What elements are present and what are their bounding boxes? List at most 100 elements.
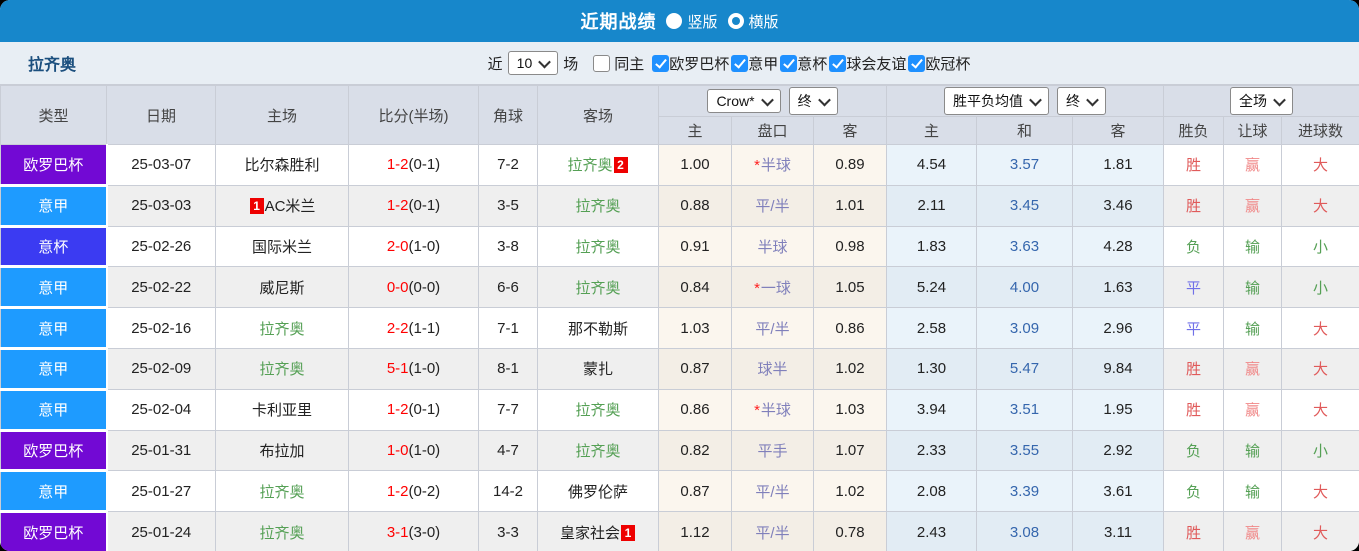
halftime-score: (0-1) [408,156,441,174]
team-label: 拉齐奥 [575,238,621,256]
handicap-text: 平/半 [755,198,790,216]
avg-period-select[interactable]: 终 [1057,87,1106,115]
competition-checkbox[interactable] [829,54,847,72]
crow-away-odds: 0.86 [813,307,887,349]
handicap-result-cell: 赢 [1223,184,1282,227]
avg-odds-select-value: 胜平负均值 [953,93,1023,109]
crow-home-odds: 0.91 [658,225,732,268]
handicap-cell: 平/半 [731,307,814,349]
competition-type-cell: 意甲 [0,470,108,514]
handicap-text: 半球 [760,157,791,175]
col-header-date: 日期 [106,85,216,145]
subcol-handicap: 盘口 [731,116,814,145]
table-row: 意甲 25-02-16 拉齐奥 2-2(1-1) 7-1 那不勒斯 1.03 平/半 0.86 2… [0,307,1359,350]
home-team-cell: 比尔森胜利 [215,144,349,186]
crow-home-odds: 1.12 [658,511,732,551]
home-team-cell: 拉齐奥 [215,470,349,513]
table-row: 意甲 25-01-27 拉齐奥 1-2(0-2) 14-2 佛罗伦萨 0.87 平/半 1.02… [0,470,1359,514]
avg-draw-odds: 3.63 [976,225,1073,268]
results-body: 欧罗巴杯 25-03-07 比尔森胜利 1-2(0-1) 7-2 拉齐奥 2 1.00 *半球 0… [0,144,1359,551]
competition-checkbox[interactable] [731,54,749,72]
fulltime-score: 2-0 [386,237,409,255]
competition-label: 欧罗巴杯 [669,55,730,73]
col-header-score: 比分(半场) [348,85,479,145]
crow-home-odds: 0.87 [658,347,732,390]
avg-period-value: 终 [1066,93,1080,109]
handicap-cell: *半球 [731,144,814,186]
competition-type-cell: 意杯 [0,225,108,269]
handicap-cell: 平/半 [731,184,814,227]
table-row: 意甲 25-03-03 1 AC米兰 1-2(0-1) 3-5 拉齐奥 0.88 平/半 1.01… [0,184,1359,228]
handicap-cell: 半球 [731,225,814,268]
goals-result-cell: 大 [1281,347,1359,390]
avg-away-odds: 1.63 [1072,266,1164,309]
home-team-cell: 拉齐奥 [215,511,349,551]
crow-away-odds: 1.02 [813,470,887,513]
team-label: 拉齐奥 [575,279,621,297]
outcome-cell: 负 [1163,470,1224,513]
fulltime-score: 1-0 [386,441,409,459]
subcol-outcome: 胜负 [1163,116,1224,145]
crow-home-odds: 1.00 [658,144,732,186]
competition-type-cell: 意甲 [0,266,108,310]
chevron-down-icon [817,93,831,106]
chevron-down-icon [760,93,774,106]
avg-draw-odds: 3.39 [976,470,1073,513]
col-header-type: 类型 [0,85,107,145]
layout-radio-vertical[interactable] [666,13,683,29]
layout-radio-vertical-label[interactable]: 竖版 [687,11,717,32]
score-cell: 1-0(1-0) [348,429,479,472]
crow-home-odds: 1.03 [658,307,732,349]
competition-checkbox[interactable] [652,54,670,72]
halftime-score: (0-0) [408,278,441,296]
fulltime-score: 1-2 [386,482,409,500]
fulltime-score: 3-1 [386,523,409,541]
chevron-down-icon [538,55,552,68]
games-label: 场 [563,55,579,73]
away-team-cell: 佛罗伦萨 [537,470,659,513]
scope-select[interactable]: 全场 [1230,87,1293,115]
avg-away-odds: 3.61 [1072,470,1164,513]
competition-checkbox[interactable] [780,54,798,72]
team-label: 拉齐奥 [259,361,305,379]
handicap-result-cell: 输 [1223,470,1282,513]
outcome-cell: 胜 [1163,511,1224,551]
competition-checkbox[interactable] [908,54,926,72]
handicap-cell: 球半 [731,347,814,390]
avg-away-odds: 1.95 [1072,388,1164,431]
avg-away-odds: 2.92 [1072,429,1164,472]
score-cell: 1-2(0-1) [348,388,479,431]
halftime-score: (1-0) [408,360,441,378]
avg-draw-odds: 4.00 [976,266,1073,309]
goals-result-cell: 小 [1281,266,1359,309]
bookmaker-select[interactable]: Crow* [707,89,781,113]
score-cell: 5-1(1-0) [348,347,479,390]
team-label: 拉齐奥 [259,483,305,501]
chevron-down-icon [1273,93,1286,106]
team-name: 拉齐奥 [28,57,77,74]
corner-cell: 3-8 [478,225,538,268]
fulltime-score: 1-2 [386,197,409,215]
handicap-result-cell: 赢 [1223,347,1282,390]
avg-home-odds: 5.24 [886,266,977,309]
layout-radio-horizontal[interactable] [727,13,744,29]
layout-radio-horizontal-label[interactable]: 横版 [749,11,779,32]
crow-away-odds: 1.05 [813,266,887,309]
avg-home-odds: 2.11 [886,184,977,227]
title-bar: 近期战绩 竖版 横版 [0,0,1359,42]
chevron-down-icon [1086,93,1099,106]
date-cell: 25-02-26 [106,225,216,268]
same-home-checkbox[interactable] [593,54,611,72]
competition-filters: 欧罗巴杯 意甲 意杯 球会友谊 欧冠杯 [652,53,972,74]
team-label: 威尼斯 [259,279,305,297]
avg-odds-select[interactable]: 胜平负均值 [944,87,1049,115]
home-team-cell: 拉齐奥 [215,307,349,349]
avg-draw-odds: 3.08 [976,511,1073,551]
games-count-select[interactable]: 10 [507,51,559,75]
team-label: 拉齐奥 [575,198,621,216]
avg-draw-odds: 3.09 [976,307,1073,349]
result-group-header: 全场 [1163,85,1359,117]
crow-period-select[interactable]: 终 [788,87,838,115]
away-team-cell: 拉齐奥 [537,184,659,227]
corner-cell: 7-7 [478,388,538,431]
